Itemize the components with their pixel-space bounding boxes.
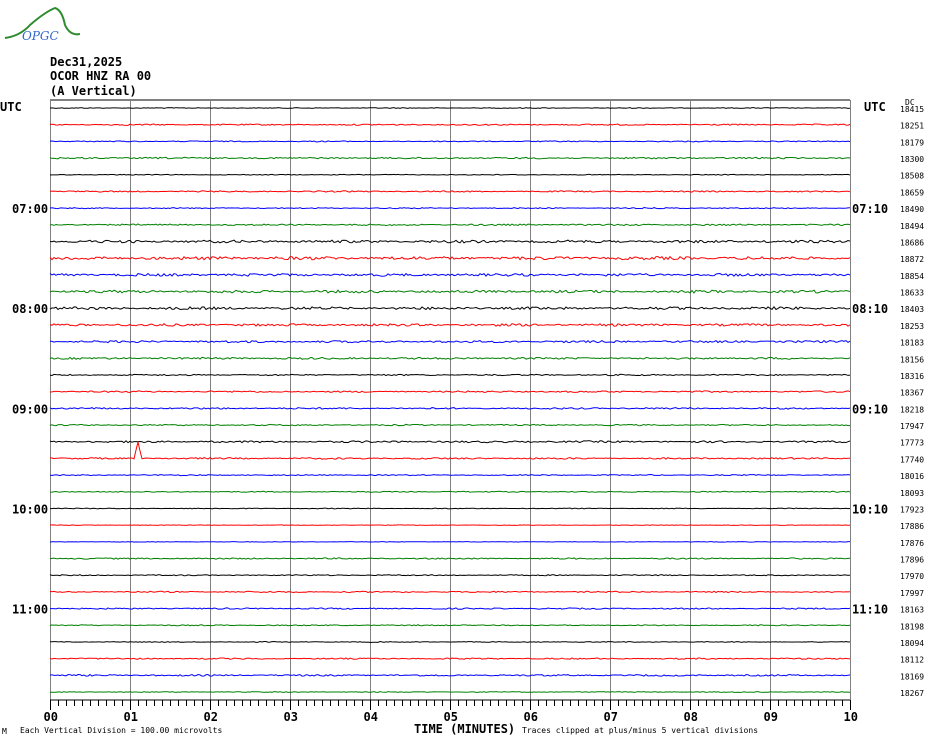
- x-tick-label: 10: [844, 710, 858, 724]
- dc-value: 18163: [900, 606, 924, 615]
- dc-value: 17886: [900, 522, 924, 531]
- dc-value: 18183: [900, 339, 924, 348]
- dc-value: 18267: [900, 689, 924, 698]
- dc-value: 18251: [900, 122, 924, 131]
- dc-value: 18169: [900, 672, 924, 681]
- x-axis-label: TIME (MINUTES): [414, 722, 515, 736]
- dc-value: 18179: [900, 138, 924, 147]
- dc-value: 18156: [900, 355, 924, 364]
- right-time-label: 09:10: [852, 402, 888, 416]
- dc-value: 18112: [900, 656, 924, 665]
- x-tick-label: 04: [364, 710, 378, 724]
- seismic-trace: [49, 140, 851, 143]
- helicorder-plot: UTC UTC DC M Each Vertical Division = 10…: [0, 98, 924, 736]
- x-tick-label: 07: [604, 710, 618, 724]
- division-note: Each Vertical Division = 100.00 microvol…: [20, 726, 222, 735]
- dc-value: 18854: [900, 272, 924, 281]
- seismic-trace: [49, 574, 851, 577]
- x-tick-label: 06: [524, 710, 538, 724]
- right-time-label: 11:10: [852, 603, 888, 617]
- dc-value: 17970: [900, 572, 924, 581]
- dc-value: 18198: [900, 622, 924, 631]
- dc-value: 18508: [900, 172, 924, 181]
- dc-value: 17896: [900, 556, 924, 565]
- x-tick-label: 00: [44, 710, 58, 724]
- dc-value: 17997: [900, 589, 924, 598]
- x-tick-label: 02: [204, 710, 218, 724]
- corner-mark: M: [2, 727, 7, 736]
- dc-value: 18415: [900, 105, 924, 114]
- dc-value: 18016: [900, 472, 924, 481]
- seismic-trace: [49, 691, 851, 693]
- seismic-trace: [49, 541, 851, 543]
- left-utc-label: UTC: [0, 100, 22, 114]
- dc-value: 18872: [900, 255, 924, 264]
- right-time-label: 10:10: [852, 502, 888, 516]
- dc-value: 18490: [900, 205, 924, 214]
- seismic-trace: [49, 107, 851, 109]
- dc-value: 18218: [900, 405, 924, 414]
- left-time-label: 11:00: [12, 603, 48, 617]
- x-tick-label: 01: [124, 710, 138, 724]
- dc-value: 18316: [900, 372, 924, 381]
- left-time-label: 10:00: [12, 502, 48, 516]
- x-tick-label: 08: [684, 710, 698, 724]
- left-time-label: 09:00: [12, 402, 48, 416]
- left-time-label: 08:00: [12, 302, 48, 316]
- left-time-label: 07:00: [12, 202, 48, 216]
- seismic-trace: [49, 423, 851, 427]
- x-tick-label: 09: [764, 710, 778, 724]
- dc-value: 18253: [900, 322, 924, 331]
- dc-value: 18300: [900, 155, 924, 164]
- seismic-trace: [49, 641, 851, 643]
- right-time-label: 08:10: [852, 302, 888, 316]
- dc-value: 18094: [900, 639, 924, 648]
- dc-value: 18093: [900, 489, 924, 498]
- dc-value: 18494: [900, 222, 924, 231]
- dc-value: 18686: [900, 238, 924, 247]
- dc-value: 17773: [900, 439, 924, 448]
- x-tick-label: 05: [444, 710, 458, 724]
- dc-value: 18367: [900, 389, 924, 398]
- x-tick-label: 03: [284, 710, 298, 724]
- seismic-trace: [49, 524, 851, 526]
- dc-value: 17740: [900, 455, 924, 464]
- right-time-label: 07:10: [852, 202, 888, 216]
- dc-value: 18659: [900, 188, 924, 197]
- clip-note: Traces clipped at plus/minus 5 vertical …: [522, 726, 758, 735]
- dc-value: 17923: [900, 505, 924, 514]
- right-utc-label: UTC: [864, 100, 886, 114]
- dc-value: 18633: [900, 289, 924, 298]
- dc-value: 18403: [900, 305, 924, 314]
- dc-value: 17947: [900, 422, 924, 431]
- dc-value: 17876: [900, 539, 924, 548]
